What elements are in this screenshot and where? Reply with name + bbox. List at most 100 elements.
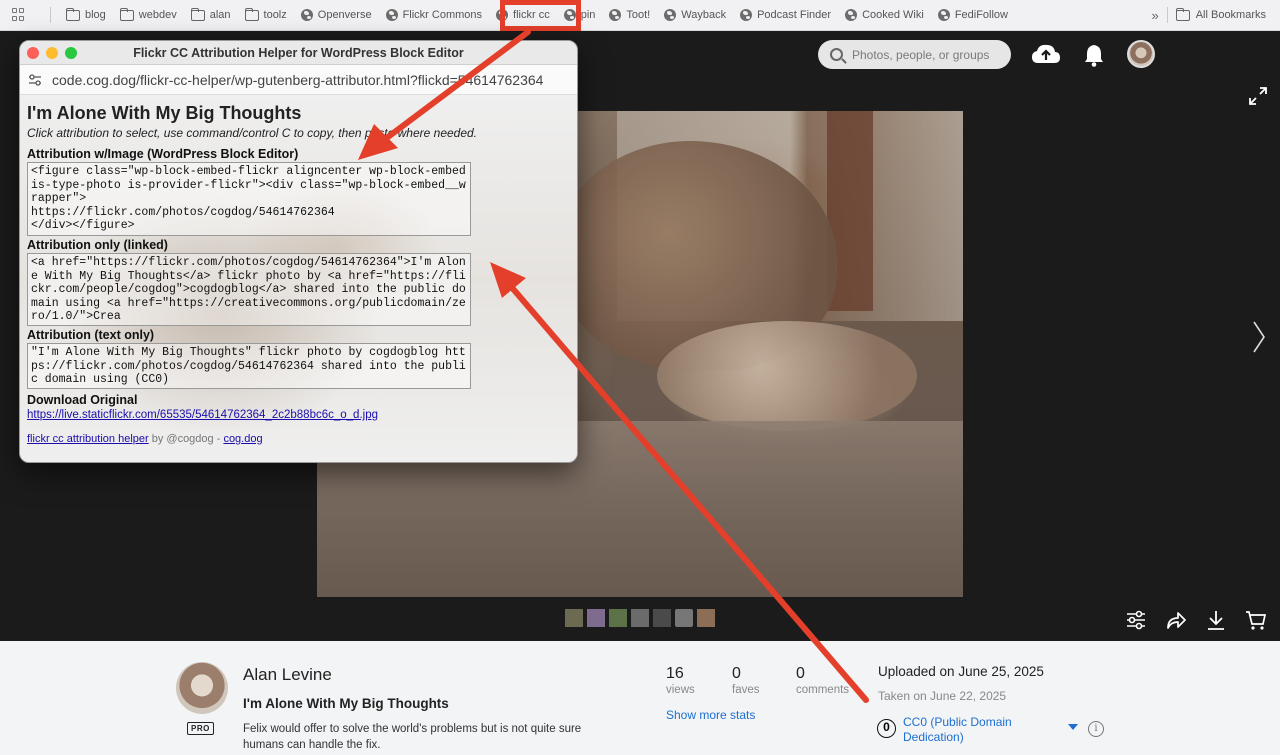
- bookmark-label: Openverse: [317, 9, 372, 21]
- all-bookmarks-button[interactable]: All Bookmarks: [1175, 7, 1266, 21]
- all-bookmarks-label: All Bookmarks: [1195, 9, 1266, 21]
- author-avatar[interactable]: [176, 662, 228, 714]
- photo-actions: [1125, 609, 1267, 631]
- bookmarks-divider: [1166, 7, 1168, 23]
- stat-faves: 0 faves: [732, 665, 760, 696]
- helper-footer: flickr cc attribution helper by @cogdog …: [27, 433, 572, 445]
- bookmarks-bar: blog webdev alan toolz Openverse Flickr Commo…: [0, 0, 1280, 31]
- helper-home-link[interactable]: flickr cc attribution helper: [27, 433, 149, 445]
- bookmark-label: pin: [580, 9, 596, 21]
- attribution-linked-label: Attribution only (linked): [27, 238, 168, 252]
- window-title: Flickr CC Attribution Helper for WordPre…: [133, 45, 464, 60]
- globe-icon: [937, 9, 950, 21]
- download-icon[interactable]: [1205, 609, 1227, 631]
- license-dropdown-caret-icon[interactable]: [1068, 724, 1078, 730]
- bookmark-label: Toot!: [626, 9, 651, 21]
- more-bookmarks-chevron-icon[interactable]: »: [1151, 8, 1158, 23]
- search-box[interactable]: Photos, people, or groups: [818, 40, 1011, 69]
- search-input[interactable]: Photos, people, or groups: [852, 48, 989, 62]
- bookmark-item[interactable]: FediFollow: [931, 4, 1015, 26]
- fullscreen-expand-icon[interactable]: [1248, 86, 1268, 106]
- stat-number: 16: [666, 665, 684, 682]
- stat-label: faves: [732, 684, 760, 696]
- photo-info-panel: PRO Alan Levine I'm Alone With My Big Th…: [0, 641, 1280, 755]
- search-icon: [830, 48, 843, 61]
- thumbnail[interactable]: [653, 609, 671, 627]
- license-info-icon[interactable]: i: [1088, 721, 1104, 737]
- show-more-stats-link[interactable]: Show more stats: [666, 708, 755, 722]
- globe-icon: [740, 9, 753, 21]
- globe-icon: [385, 9, 398, 21]
- thumbnail[interactable]: [565, 609, 583, 627]
- cc0-license-icon: 0: [877, 719, 896, 738]
- adjust-sliders-icon[interactable]: [1125, 609, 1147, 631]
- bookmark-item[interactable]: webdev: [113, 4, 184, 26]
- minimize-window-button[interactable]: [46, 47, 58, 59]
- close-window-button[interactable]: [27, 47, 39, 59]
- bookmark-item[interactable]: Cooked Wiki: [838, 4, 931, 26]
- pro-badge: PRO: [187, 722, 214, 735]
- globe-icon: [300, 9, 313, 21]
- notifications-bell-icon[interactable]: [1083, 43, 1105, 67]
- bookmark-label: webdev: [138, 9, 177, 21]
- folder-icon: [190, 7, 205, 21]
- globe-icon: [845, 9, 858, 21]
- attribution-text-label: Attribution (text only): [27, 328, 155, 342]
- cart-icon[interactable]: [1245, 609, 1267, 631]
- bookmark-label: toolz: [263, 9, 287, 21]
- bookmark-item[interactable]: toolz: [238, 4, 294, 26]
- bookmark-label: Podcast Finder: [757, 9, 832, 21]
- stat-label: comments: [796, 684, 850, 696]
- globe-icon: [609, 9, 622, 21]
- thumbnail[interactable]: [609, 609, 627, 627]
- zoom-window-button[interactable]: [65, 47, 77, 59]
- address-bar[interactable]: code.cog.dog/flickr-cc-helper/wp-gutenbe…: [20, 65, 577, 95]
- upload-cloud-icon[interactable]: [1031, 43, 1061, 65]
- url-text[interactable]: code.cog.dog/flickr-cc-helper/wp-gutenbe…: [52, 72, 543, 88]
- next-photo-chevron-icon[interactable]: [1252, 320, 1266, 354]
- bookmark-item[interactable]: blog: [59, 4, 113, 26]
- bookmark-item[interactable]: Toot!: [602, 4, 657, 26]
- thumbnail[interactable]: [697, 609, 715, 627]
- instructions-text: Click attribution to select, use command…: [27, 126, 478, 140]
- photo-title: I'm Alone With My Big Thoughts: [243, 696, 449, 711]
- folder-icon: [119, 7, 134, 21]
- uploaded-date: Uploaded on June 25, 2025: [878, 664, 1044, 679]
- share-arrow-icon[interactable]: [1165, 609, 1187, 631]
- license-link[interactable]: CC0 (Public Domain Dedication): [903, 715, 1043, 745]
- bookmark-item[interactable]: Podcast Finder: [733, 4, 838, 26]
- attribution-text-textarea[interactable]: "I'm Alone With My Big Thoughts" flickr …: [27, 343, 471, 389]
- attribution-image-label: Attribution w/Image (WordPress Block Edi…: [27, 147, 299, 161]
- bookmark-label: blog: [85, 9, 106, 21]
- photo-paw: [657, 321, 917, 431]
- stat-label: views: [666, 684, 695, 696]
- bookmark-label: Flickr Commons: [402, 9, 483, 21]
- bookmark-item[interactable]: Openverse: [294, 4, 379, 26]
- author-name[interactable]: Alan Levine: [243, 665, 332, 685]
- bookmark-item[interactable]: Flickr Commons: [379, 4, 489, 26]
- folder-icon: [244, 7, 259, 21]
- taken-date: Taken on June 22, 2025: [878, 689, 1007, 703]
- photo-description: Felix would offer to solve the world's p…: [243, 723, 582, 751]
- bookmark-item[interactable]: alan: [184, 4, 238, 26]
- window-titlebar: Flickr CC Attribution Helper for WordPre…: [20, 41, 577, 65]
- bookmark-label: FediFollow: [954, 9, 1008, 21]
- bookmark-label: Wayback: [681, 9, 727, 21]
- thumbnail[interactable]: [675, 609, 693, 627]
- attribution-helper-window: Flickr CC Attribution Helper for WordPre…: [19, 40, 578, 463]
- attribution-linked-textarea[interactable]: <a href="https://flickr.com/photos/cogdo…: [27, 253, 471, 326]
- globe-icon: [664, 9, 677, 21]
- annotation-highlight-box: [500, 0, 581, 31]
- attribution-image-textarea[interactable]: <figure class="wp-block-embed-flickr ali…: [27, 162, 471, 236]
- photostream-thumbnails: [565, 609, 715, 627]
- helper-page-body: I'm Alone With My Big Thoughts Click att…: [20, 95, 577, 462]
- download-original-link[interactable]: https://live.staticflickr.com/65535/5461…: [27, 409, 572, 421]
- apps-grid-icon[interactable]: [12, 8, 30, 22]
- cogdog-site-link[interactable]: cog.dog: [223, 433, 262, 445]
- bookmark-item[interactable]: Wayback: [657, 4, 733, 26]
- user-avatar[interactable]: [1127, 40, 1155, 68]
- thumbnail[interactable]: [587, 609, 605, 627]
- site-settings-icon[interactable]: [28, 73, 42, 86]
- stat-number: 0: [732, 665, 741, 682]
- thumbnail[interactable]: [631, 609, 649, 627]
